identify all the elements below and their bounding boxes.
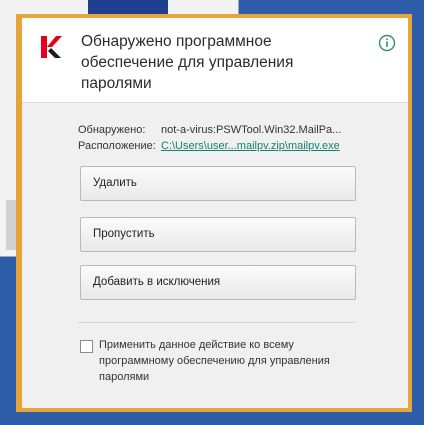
kaspersky-alert-dialog: Обнаружено программное обеспечение для у… <box>22 18 408 408</box>
location-row: Расположение: C:\Users\user...mailpv.zip\… <box>78 138 341 154</box>
detected-label: Обнаружено: <box>78 124 146 136</box>
delete-button[interactable]: Удалить <box>80 166 356 201</box>
add-exclusion-button[interactable]: Добавить в исключения <box>80 265 356 300</box>
divider <box>78 322 356 323</box>
dialog-title: Обнаружено программное обеспечение для у… <box>81 33 294 92</box>
apply-all-checkbox[interactable] <box>80 340 93 353</box>
location-link[interactable]: C:\Users\user...mailpv.zip\mailpv.exe <box>161 140 340 152</box>
detected-value: not-a-virus:PSWTool.Win32.MailPa... <box>161 124 342 136</box>
skip-button[interactable]: Пропустить <box>80 217 356 252</box>
detected-row: Обнаружено: not-a-virus:PSWTool.Win32.Mai… <box>78 122 341 138</box>
background-scrollbar <box>6 200 16 250</box>
apply-all-label[interactable]: Применить данное действие ко всему прогр… <box>99 337 364 385</box>
detection-details: Обнаружено: not-a-virus:PSWTool.Win32.Mai… <box>78 122 341 154</box>
info-icon[interactable] <box>378 34 396 52</box>
location-label: Расположение: <box>78 140 156 152</box>
dialog-header: Обнаружено программное обеспечение для у… <box>22 18 408 103</box>
kaspersky-logo-icon <box>41 36 62 58</box>
